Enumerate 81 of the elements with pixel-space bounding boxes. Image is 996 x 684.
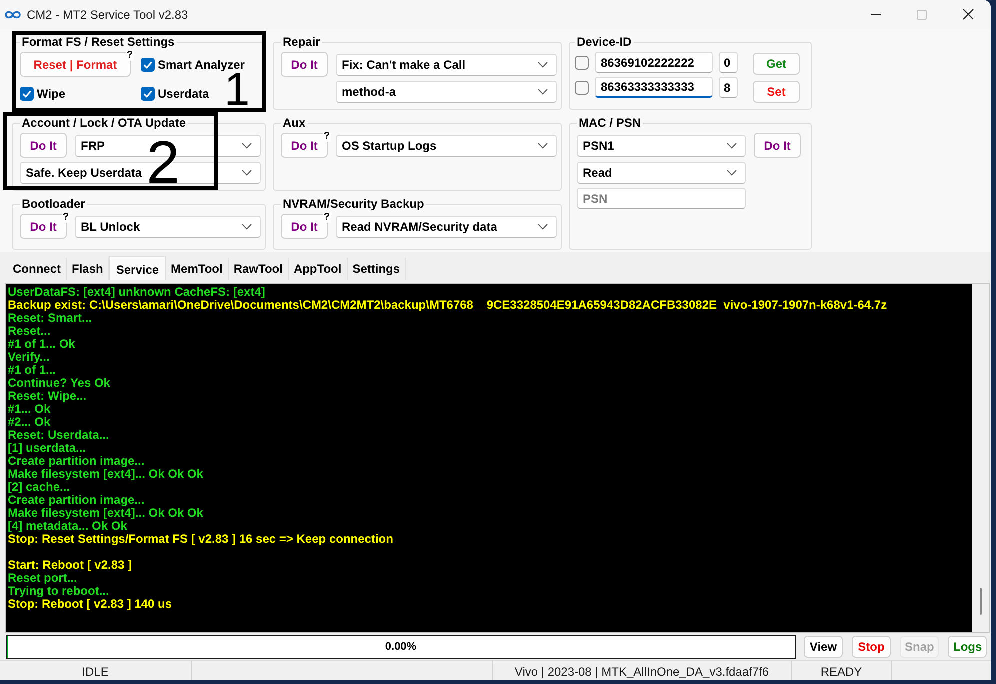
chevron-down-icon (727, 142, 737, 148)
log-line: Backup exist: C:\Users\amari\OneDrive\Documents\CM2\CM2MT2\backup\MT6768__9CE3328504E91A65943D82ACFB33082E_vivo-1907-1907n-k68v1-64.7z (8, 299, 888, 312)
action-button[interactable]: Do It (754, 133, 801, 158)
chevron-down-icon (242, 142, 252, 148)
action-button[interactable]: Do It (20, 133, 67, 158)
log-line: Create partition image... (8, 455, 146, 468)
group-title: Device-ID (576, 35, 633, 49)
log-line: Start: Reboot [ v2.83 ] (8, 559, 134, 572)
chevron-down-icon (727, 170, 737, 176)
input-field[interactable]: 0 (719, 52, 738, 73)
status-text: READY (820, 665, 862, 679)
log-line: Trying to reboot... (8, 585, 110, 598)
log-line: Make filesystem [ext4]... Ok Ok Ok (8, 507, 204, 520)
dropdown[interactable]: PSN1 (577, 134, 746, 156)
log-line: [1] userdata... (8, 442, 88, 455)
log-line: #1 of 1... (8, 364, 58, 377)
chevron-down-icon (242, 224, 252, 230)
group-title: Format FS / Reset Settings (21, 35, 176, 49)
chevron-down-icon (242, 170, 252, 176)
log-line: [2] cache... (8, 481, 70, 494)
status-text: Vivo | 2023-08 | MTK_AllInOne_DA_v3.fdaaf7f6 (514, 665, 770, 679)
tab[interactable]: Service (109, 256, 166, 280)
dropdown[interactable]: Read (577, 162, 746, 184)
log-line: Reset: Wipe... (8, 390, 88, 403)
toolbar-button[interactable]: Logs (948, 636, 988, 658)
checkbox[interactable] (575, 80, 589, 94)
action-button[interactable]: Set (753, 81, 800, 103)
log-line: Reset: Userdata... (8, 429, 110, 442)
log-line: Reset port... (8, 572, 78, 585)
log-line: UserDataFS: [ext4] unknown CacheFS: [ext4] (8, 286, 266, 299)
dropdown[interactable]: OS Startup Logs (336, 134, 557, 156)
chevron-down-icon (538, 142, 548, 148)
action-button[interactable]: Do It (281, 52, 328, 77)
close-icon (962, 9, 974, 20)
action-button[interactable]: Get (753, 53, 800, 75)
group-title: Bootloader (21, 197, 86, 211)
input-field[interactable]: 86363333333333 (595, 77, 713, 98)
dropdown[interactable]: method-a (336, 81, 557, 103)
checked-box-icon (141, 58, 155, 72)
log-line: Verify... (8, 351, 51, 364)
toolbar-button[interactable]: View (804, 636, 843, 658)
chevron-down-icon (538, 62, 548, 68)
dropdown[interactable]: Fix: Can't make a Call (336, 54, 557, 76)
input-field[interactable]: 86369102222222 (595, 52, 713, 73)
log-line: Reset... (8, 325, 52, 338)
toolbar-button[interactable]: Stop (852, 636, 891, 658)
group-title: Repair (282, 35, 322, 49)
log-line: Stop: Reboot [ v2.83 ] 140 us (8, 598, 174, 611)
log-line: Continue? Yes Ok (8, 377, 112, 390)
chevron-down-icon (538, 89, 548, 95)
log-line: #2... Ok (8, 416, 52, 429)
log-line: Stop: Reset Settings/Format FS [ v2.83 ] 16 sec => Keep connection (8, 533, 394, 546)
checked-box-icon (20, 87, 34, 101)
log-line: Reset: Smart... (8, 312, 92, 325)
infinity-logo-icon (5, 8, 21, 20)
checkbox[interactable]: Smart Analyzer (141, 58, 245, 72)
dropdown[interactable]: BL Unlock (75, 216, 261, 238)
dropdown[interactable]: Read NVRAM/Security data (336, 216, 557, 238)
minimize-icon (871, 14, 881, 15)
input-field[interactable]: PSN (577, 188, 746, 209)
checkbox[interactable]: Wipe (20, 87, 66, 101)
chevron-down-icon (538, 224, 548, 230)
status-text: IDLE (82, 665, 109, 679)
input-field[interactable]: 8 (719, 77, 738, 98)
checkbox[interactable] (575, 56, 589, 70)
group-title: Account / Lock / OTA Update (21, 116, 188, 130)
progress-text: 0.00% (385, 641, 417, 653)
log-line: Make filesystem [ext4]... Ok Ok Ok (8, 468, 204, 481)
maximize-icon (917, 10, 927, 20)
log-line: #1... Ok (8, 403, 51, 416)
group-title: NVRAM/Security Backup (282, 197, 426, 211)
window-title: CM2 - MT2 Service Tool v2.83 (27, 8, 190, 22)
checkbox[interactable]: Userdata (141, 87, 210, 101)
checked-box-icon (141, 87, 155, 101)
annotation-number: 1 (224, 72, 250, 106)
group-title: Aux (282, 116, 307, 130)
log-line: Create partition image... (8, 494, 146, 507)
log-line: #1 of 1... Ok (8, 338, 76, 351)
log-line: [4] metadata... Ok Ok (8, 520, 128, 533)
group-title: MAC / PSN (578, 116, 642, 130)
scrollbar-thumb[interactable] (980, 588, 982, 615)
